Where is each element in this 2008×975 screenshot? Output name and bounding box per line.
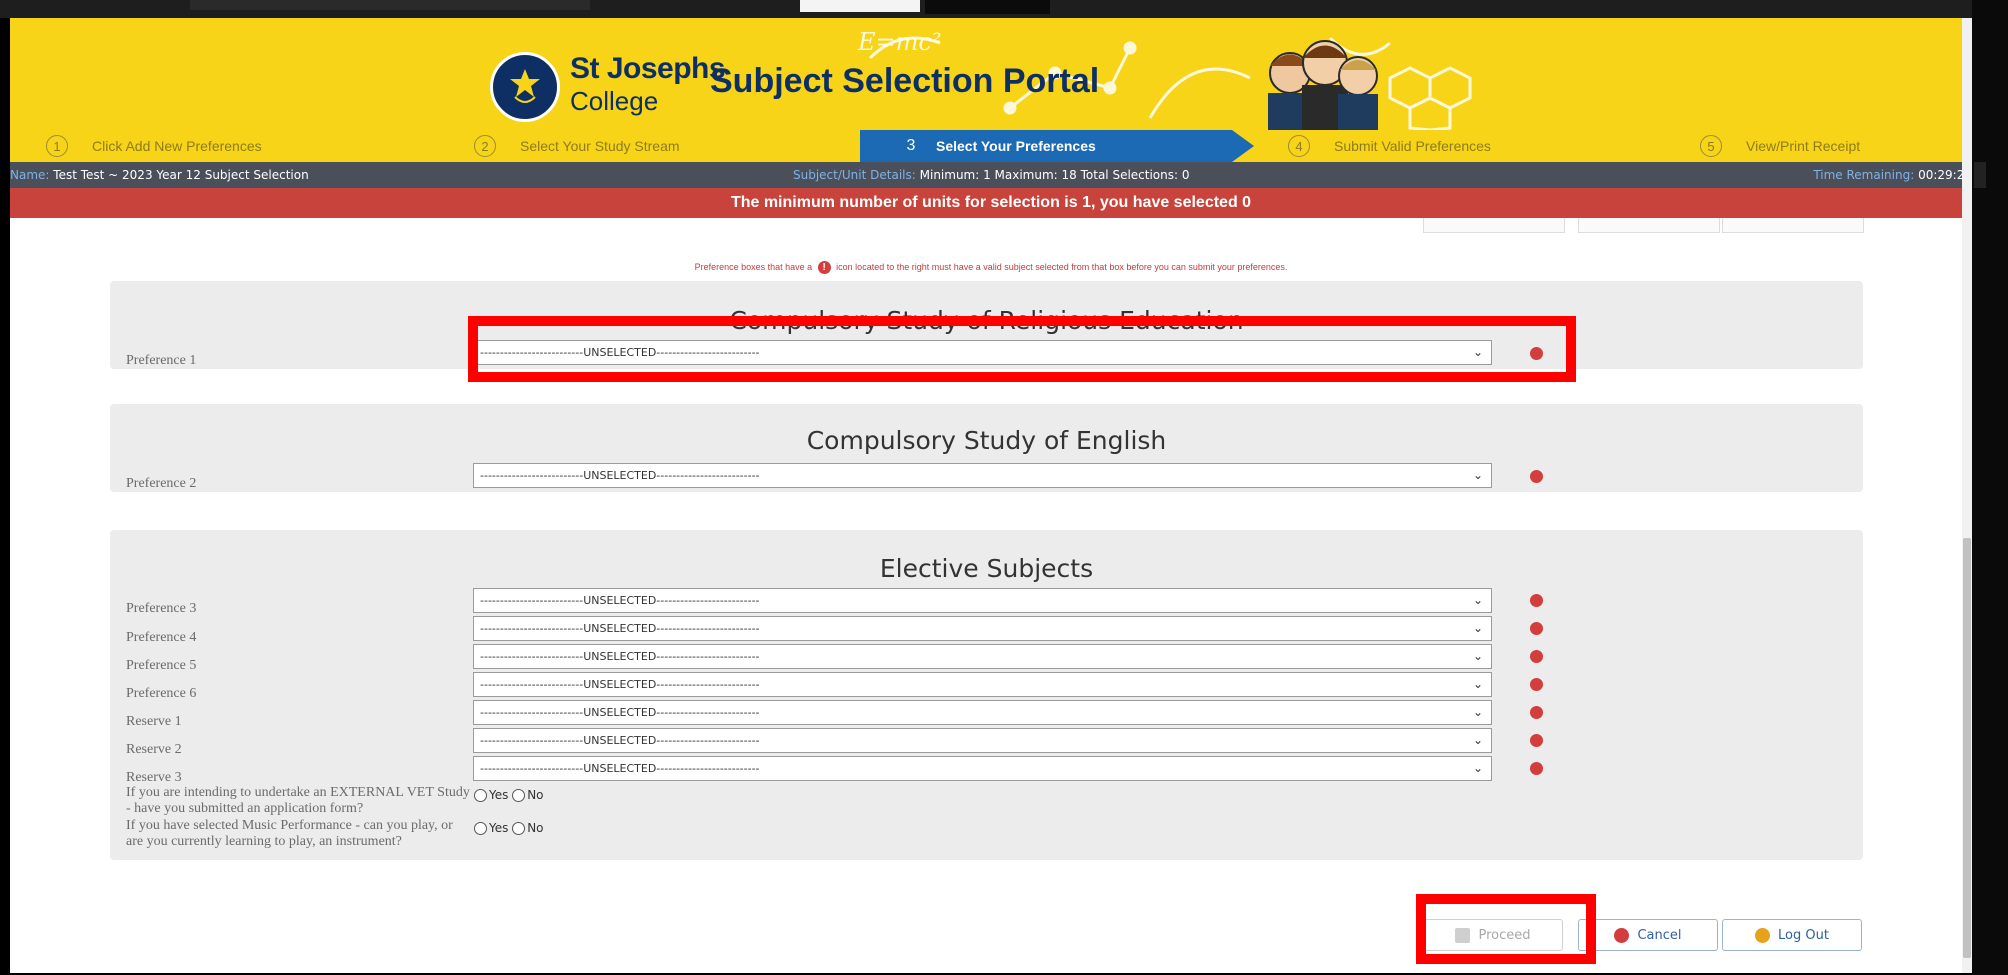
panel-title: Compulsory Study of English: [806, 426, 1167, 455]
step-label: View/Print Receipt: [1746, 138, 1861, 154]
step-label: Click Add New Preferences: [92, 138, 262, 154]
error-icon: [1530, 678, 1543, 691]
minus-icon: [1614, 927, 1630, 943]
logout-button[interactable]: Log Out: [1722, 919, 1862, 951]
step-2: 2 Select Your Study Stream: [474, 130, 680, 162]
step-label: Select Your Preferences: [936, 138, 1096, 154]
vet-study-question: If you are intending to undertake an EXT…: [126, 785, 470, 816]
vet-no-radio[interactable]: [512, 789, 526, 802]
address-bar[interactable]: [190, 0, 590, 10]
chevron-down-icon: ⌄: [1472, 593, 1483, 607]
preference-3-select[interactable]: --------------------------UNSELECTED----…: [473, 588, 1492, 613]
error-icon: [1530, 762, 1543, 775]
step-number: 3: [906, 137, 916, 154]
step-1: 1 Click Add New Preferences: [46, 130, 262, 162]
progress-steps: 1 Click Add New Preferences 2 Select You…: [10, 130, 1972, 162]
step-label: Submit Valid Preferences: [1334, 138, 1491, 154]
chevron-down-icon: ⌄: [1472, 677, 1483, 691]
row-label: Preference 6: [126, 686, 197, 701]
chevron-down-icon: ⌄: [1472, 705, 1483, 719]
brand-name: St Josephs: [570, 52, 726, 85]
highlight-proceed-button: [1416, 894, 1596, 964]
instruction-note: Preference boxes that have a ! icon loca…: [10, 261, 1972, 274]
row-label: Reserve 3: [126, 770, 182, 785]
english-panel: Compulsory Study of English Preference 2…: [110, 404, 1863, 492]
music-performance-question: If you have selected Music Performance -…: [126, 818, 453, 849]
session-info-bar: Name: Test Test ~ 2023 Year 12 Subject S…: [10, 162, 1972, 188]
step-5: 5 View/Print Receipt: [1700, 130, 1860, 162]
browser-top-bar: [0, 0, 2008, 18]
panel-title: Elective Subjects: [879, 554, 1094, 583]
row-label: Preference 1: [126, 353, 197, 368]
preference-2-select[interactable]: --------------------------UNSELECTED----…: [473, 463, 1492, 488]
note-text-before: Preference boxes that have a: [694, 261, 813, 272]
chevron-down-icon: ⌄: [1472, 761, 1483, 775]
reserve-2-select[interactable]: --------------------------UNSELECTED----…: [473, 728, 1492, 753]
preference-5-select[interactable]: --------------------------UNSELECTED----…: [473, 644, 1492, 669]
error-icon: !: [817, 261, 831, 274]
chevron-down-icon: ⌄: [1472, 468, 1483, 482]
music-radios: Yes No: [474, 821, 544, 835]
name-value: Test Test ~ 2023 Year 12 Subject Selecti…: [53, 168, 309, 182]
error-icon: [1530, 470, 1543, 483]
chevron-down-icon: ⌄: [1472, 621, 1483, 635]
vet-yes-radio[interactable]: [474, 789, 487, 802]
time-key: Time Remaining:: [1813, 168, 1915, 182]
desktop-edge: [1972, 0, 2008, 975]
step-number: 5: [1700, 135, 1722, 157]
browser-tab[interactable]: [800, 0, 920, 12]
row-label: Preference 5: [126, 658, 197, 673]
chevron-down-icon: ⌄: [1472, 649, 1483, 663]
preference-4-select[interactable]: --------------------------UNSELECTED----…: [473, 616, 1492, 641]
step-4: 4 Submit Valid Preferences: [1288, 130, 1491, 162]
crest-icon: [510, 69, 540, 103]
music-no-radio[interactable]: [512, 822, 526, 835]
row-label: Reserve 1: [126, 714, 182, 729]
step-3-active: 3 Select Your Preferences: [860, 130, 1232, 162]
portal-page: St Josephs College Subject Selection Por…: [10, 18, 1972, 973]
error-icon: [1530, 594, 1543, 607]
error-icon: [1530, 734, 1543, 747]
row-label: Preference 3: [126, 601, 197, 616]
music-yes-radio[interactable]: [474, 822, 487, 835]
cancel-button[interactable]: Cancel: [1578, 919, 1718, 951]
portal-header: St Josephs College Subject Selection Por…: [10, 18, 1972, 130]
step-label: Select Your Study Stream: [520, 138, 680, 154]
details-key: Subject/Unit Details:: [793, 168, 916, 182]
browser-tab-dark[interactable]: [925, 0, 1050, 14]
error-icon: [1530, 650, 1543, 663]
error-icon: [1530, 622, 1543, 635]
step-number: 4: [1288, 135, 1310, 157]
college-logo: [490, 52, 560, 122]
highlight-preference-1: [468, 316, 1576, 382]
step-number: 2: [474, 135, 496, 157]
step-number: 1: [46, 135, 68, 157]
note-text-after: icon located to the right must have a va…: [836, 261, 1288, 272]
validation-alert: The minimum number of units for selectio…: [10, 188, 1972, 218]
name-key: Name:: [10, 168, 50, 182]
power-icon: [1755, 927, 1771, 943]
details-value: Minimum: 1 Maximum: 18 Total Selections:…: [919, 168, 1190, 182]
error-icon: [1530, 706, 1543, 719]
formula-text: E=mc²: [858, 28, 942, 56]
reserve-3-select[interactable]: --------------------------UNSELECTED----…: [473, 756, 1492, 781]
portal-title: Subject Selection Portal: [710, 62, 1100, 100]
page-scrollbar[interactable]: [1962, 18, 1972, 973]
chevron-down-icon: ⌄: [1472, 733, 1483, 747]
row-label: Reserve 2: [126, 742, 182, 757]
vet-study-radios: Yes No: [474, 788, 544, 802]
preference-6-select[interactable]: --------------------------UNSELECTED----…: [473, 672, 1492, 697]
row-label: Preference 2: [126, 476, 197, 491]
row-label: Preference 4: [126, 630, 197, 645]
brand-subname: College: [570, 86, 659, 116]
active-step-arrow: [1232, 130, 1254, 162]
scrollbar-thumb[interactable]: [1963, 538, 1971, 958]
elective-subjects-panel: Elective Subjects Preference 3 ---------…: [110, 530, 1863, 860]
reserve-1-select[interactable]: --------------------------UNSELECTED----…: [473, 700, 1492, 725]
